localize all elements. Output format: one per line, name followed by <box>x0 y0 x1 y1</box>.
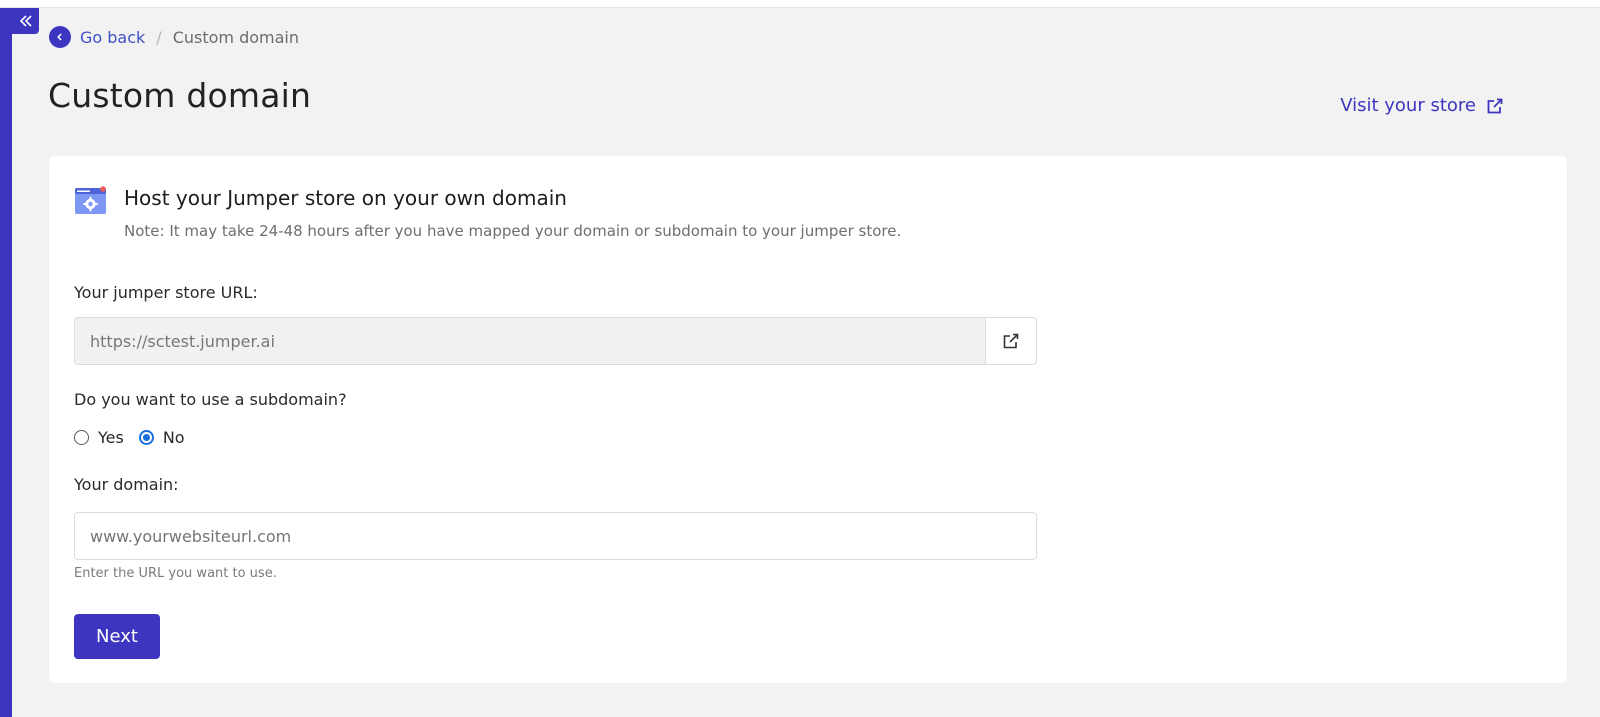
domain-label: Your domain: <box>74 475 179 494</box>
subdomain-no-label[interactable]: No <box>163 428 185 447</box>
back-button[interactable] <box>49 26 71 48</box>
visit-store-label: Visit your store <box>1340 95 1476 116</box>
store-url-field[interactable] <box>74 317 985 365</box>
breadcrumb: Go back / Custom domain <box>49 26 299 48</box>
subdomain-question: Do you want to use a subdomain? <box>74 390 347 409</box>
card-note: Note: It may take 24-48 hours after you … <box>124 222 902 240</box>
visit-store-link[interactable]: Visit your store <box>1340 95 1504 116</box>
browser-settings-icon <box>74 186 108 220</box>
subdomain-radio-group: Yes No <box>74 428 200 447</box>
store-url-group <box>74 317 1037 365</box>
breadcrumb-current: Custom domain <box>172 27 299 47</box>
store-url-label: Your jumper store URL: <box>74 283 258 302</box>
next-button[interactable]: Next <box>74 614 160 659</box>
go-back-link[interactable]: Go back <box>80 28 145 47</box>
open-store-url-button[interactable] <box>985 317 1037 365</box>
sidebar-collapse-button[interactable] <box>12 8 39 34</box>
double-chevron-left-icon <box>19 15 32 27</box>
left-sidebar-strip <box>0 8 12 717</box>
top-border <box>0 0 1600 8</box>
breadcrumb-separator: / <box>156 27 162 47</box>
subdomain-yes-label[interactable]: Yes <box>98 428 124 447</box>
subdomain-no-radio[interactable] <box>138 430 154 445</box>
external-link-icon <box>1003 333 1019 349</box>
radio-selected-dot <box>142 434 150 441</box>
domain-input[interactable] <box>74 512 1037 560</box>
domain-help-text: Enter the URL you want to use. <box>74 566 277 581</box>
external-link-icon <box>1487 98 1503 113</box>
custom-domain-card: Host your Jumper store on your own domai… <box>49 156 1567 683</box>
page-title: Custom domain <box>48 76 312 115</box>
chevron-left-icon <box>57 33 62 41</box>
card-heading: Host your Jumper store on your own domai… <box>124 186 567 210</box>
subdomain-yes-radio[interactable] <box>74 430 89 445</box>
